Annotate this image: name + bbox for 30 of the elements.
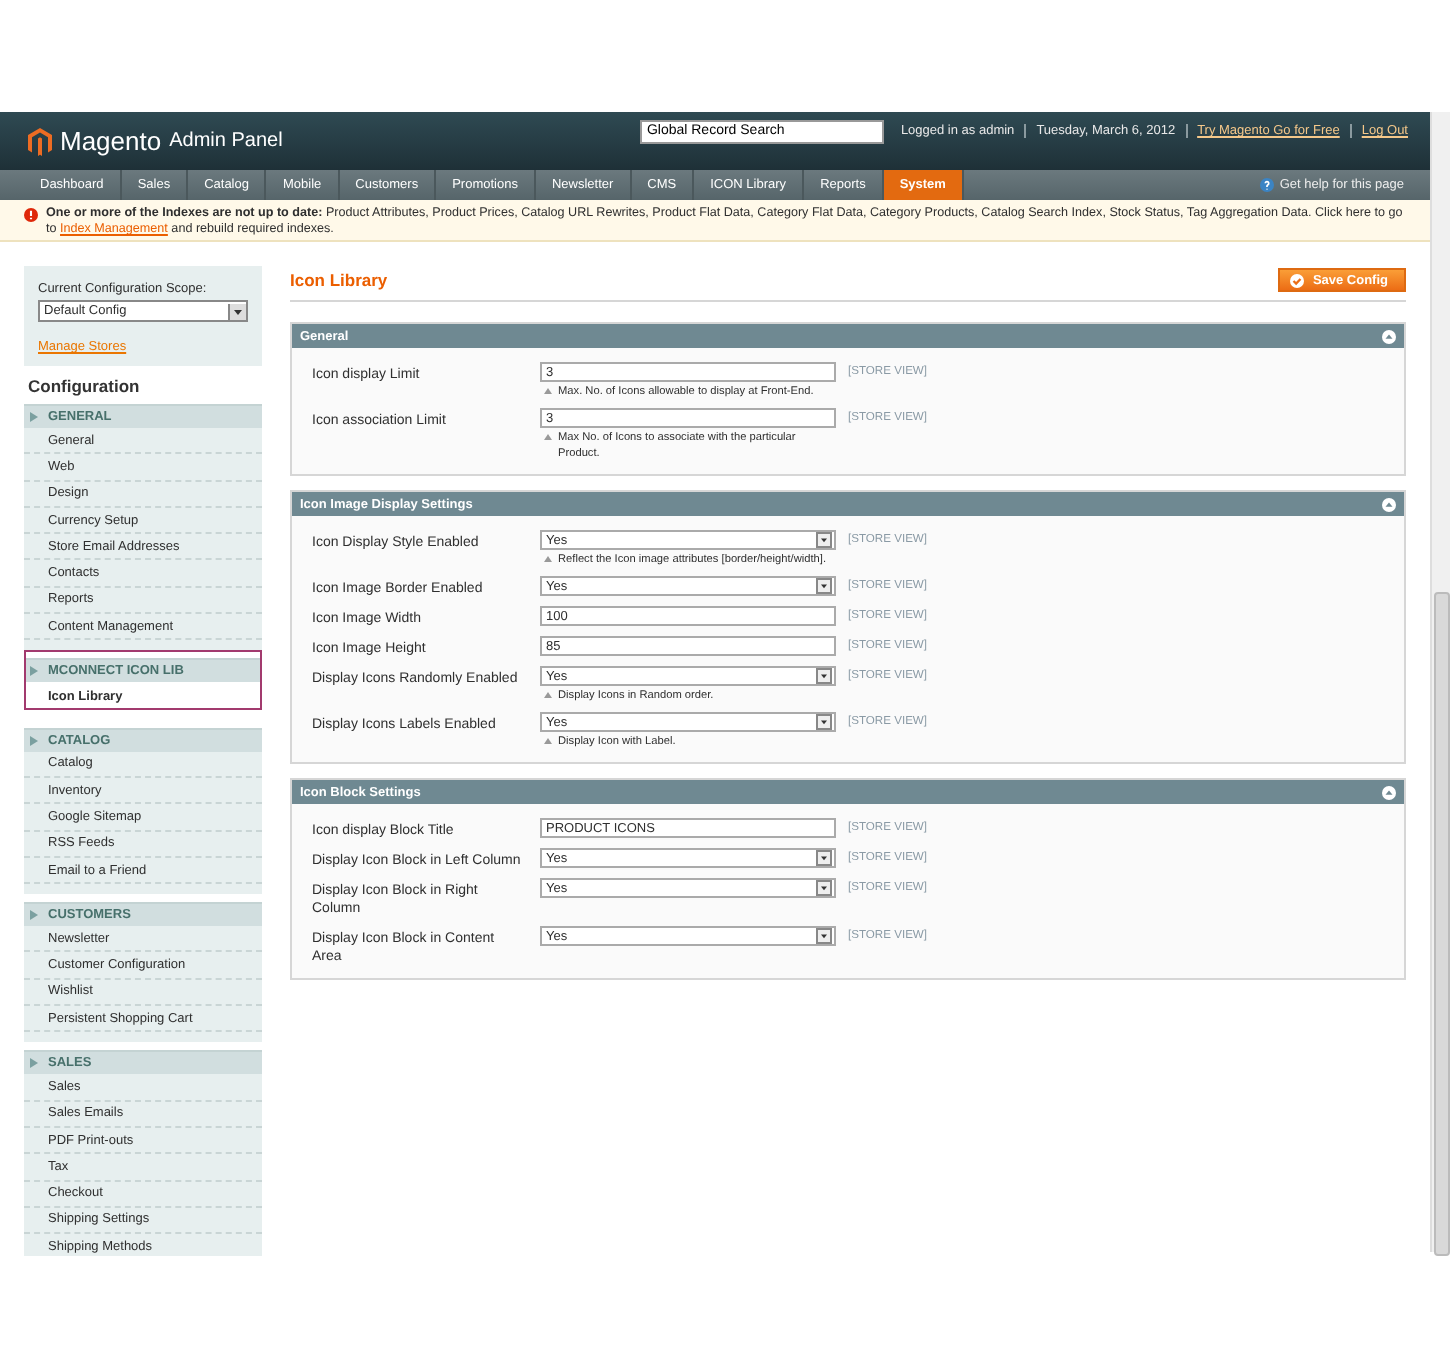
page-title: Icon Library — [290, 270, 388, 290]
note-arrow-icon — [544, 738, 552, 744]
dropdown-arrow-icon — [816, 532, 832, 548]
note-arrow-icon — [544, 434, 552, 440]
expand-arrow-icon — [30, 1058, 38, 1069]
logo-subtitle: Admin Panel — [169, 130, 283, 152]
dropdown-arrow-icon — [816, 880, 832, 896]
note-arrow-icon — [544, 388, 552, 394]
help-icon — [1259, 178, 1274, 192]
dropdown-arrow-icon — [816, 928, 832, 944]
dropdown-arrow-icon — [816, 714, 832, 730]
expand-arrow-icon — [30, 666, 38, 677]
collapse-icon — [1382, 785, 1396, 799]
dropdown-arrow-icon — [816, 668, 832, 684]
check-icon — [1290, 273, 1305, 287]
collapse-icon — [1382, 497, 1396, 511]
expand-arrow-icon — [30, 735, 38, 746]
collapse-icon — [1382, 329, 1396, 343]
note-arrow-icon — [544, 692, 552, 698]
logo-icon — [28, 127, 52, 155]
dropdown-arrow-icon — [228, 303, 246, 319]
logo-text: Magento — [60, 126, 162, 156]
dropdown-arrow-icon — [816, 578, 832, 594]
note-arrow-icon — [544, 556, 552, 562]
expand-arrow-icon — [30, 910, 38, 921]
error-icon — [24, 208, 38, 222]
dropdown-arrow-icon — [816, 850, 832, 866]
expand-arrow-icon — [30, 412, 38, 422]
sidebar-title: Configuration — [28, 376, 142, 396]
scrollbar[interactable] — [1430, 112, 1450, 1252]
